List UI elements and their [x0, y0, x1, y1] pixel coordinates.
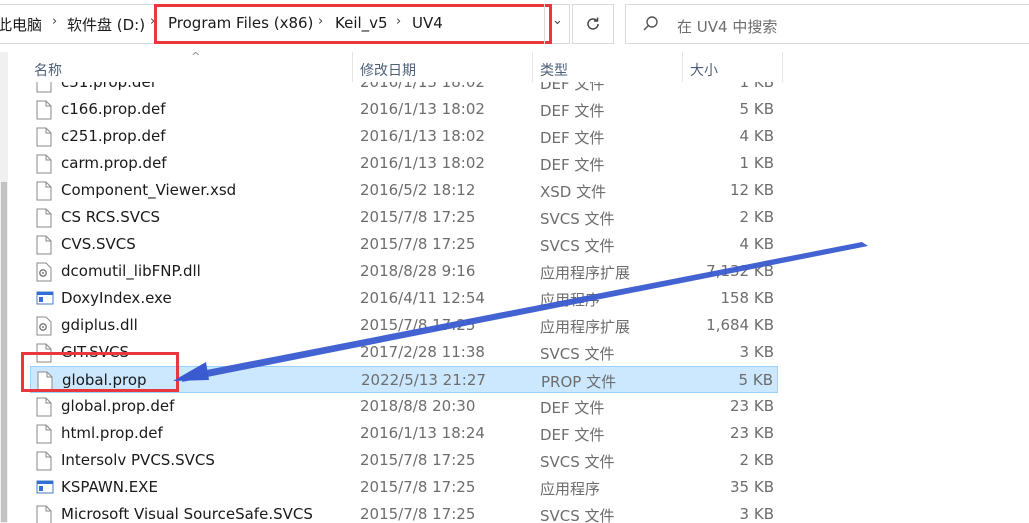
pointer-arrow — [173, 242, 868, 382]
